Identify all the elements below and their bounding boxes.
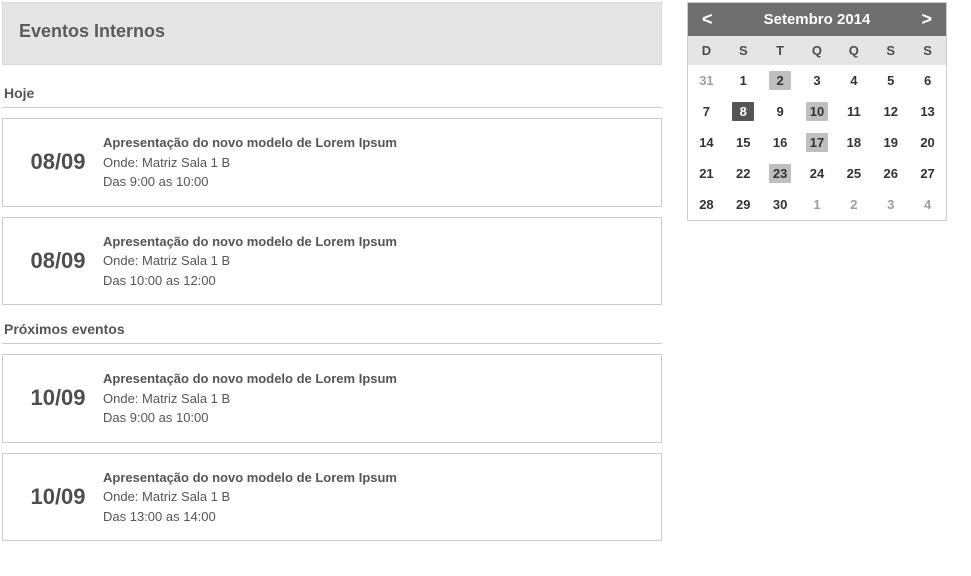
calendar-day[interactable]: 11 (835, 96, 872, 127)
calendar-weekday: T (762, 36, 799, 65)
event-title: Apresentação do novo modelo de Lorem Ips… (103, 369, 397, 389)
calendar: < Setembro 2014 > DSTQQSS 31123456789101… (687, 2, 947, 221)
calendar-prev-button[interactable]: < (698, 9, 717, 30)
calendar-day[interactable]: 6 (909, 65, 946, 96)
calendar-day[interactable]: 31 (688, 65, 725, 96)
event-card[interactable]: 10/09 Apresentação do novo modelo de Lor… (2, 354, 662, 443)
event-body: Apresentação do novo modelo de Lorem Ips… (103, 369, 397, 428)
event-body: Apresentação do novo modelo de Lorem Ips… (103, 232, 397, 291)
calendar-day[interactable]: 25 (835, 158, 872, 189)
calendar-day[interactable]: 15 (725, 127, 762, 158)
page-title: Eventos Internos (19, 21, 645, 42)
event-time: Das 9:00 as 10:00 (103, 172, 397, 192)
calendar-weekday: S (872, 36, 909, 65)
calendar-day[interactable]: 22 (725, 158, 762, 189)
event-title: Apresentação do novo modelo de Lorem Ips… (103, 468, 397, 488)
calendar-day[interactable]: 9 (762, 96, 799, 127)
calendar-day[interactable]: 2 (762, 65, 799, 96)
calendar-day[interactable]: 13 (909, 96, 946, 127)
calendar-day[interactable]: 3 (799, 65, 836, 96)
calendar-weekday: S (725, 36, 762, 65)
event-card[interactable]: 08/09 Apresentação do novo modelo de Lor… (2, 118, 662, 207)
calendar-day[interactable]: 30 (762, 189, 799, 220)
calendar-day[interactable]: 28 (688, 189, 725, 220)
calendar-day[interactable]: 19 (872, 127, 909, 158)
event-time: Das 9:00 as 10:00 (103, 408, 397, 428)
event-title: Apresentação do novo modelo de Lorem Ips… (103, 133, 397, 153)
event-body: Apresentação do novo modelo de Lorem Ips… (103, 133, 397, 192)
event-where: Onde: Matriz Sala 1 B (103, 251, 397, 271)
calendar-day[interactable]: 1 (799, 189, 836, 220)
page-title-bar: Eventos Internos (2, 2, 662, 65)
section-today-label: Hoje (2, 79, 662, 108)
calendar-day[interactable]: 27 (909, 158, 946, 189)
calendar-day[interactable]: 7 (688, 96, 725, 127)
calendar-day[interactable]: 18 (835, 127, 872, 158)
calendar-weekday: S (909, 36, 946, 65)
calendar-weekday-row: DSTQQSS (688, 36, 946, 65)
event-where: Onde: Matriz Sala 1 B (103, 153, 397, 173)
calendar-weekday: Q (799, 36, 836, 65)
calendar-grid: 3112345678910111213141516171819202122232… (688, 65, 946, 220)
calendar-day[interactable]: 4 (909, 189, 946, 220)
calendar-next-button[interactable]: > (917, 9, 936, 30)
section-upcoming-label: Próximos eventos (2, 315, 662, 344)
event-card[interactable]: 08/09 Apresentação do novo modelo de Lor… (2, 217, 662, 306)
calendar-day[interactable]: 24 (799, 158, 836, 189)
event-card[interactable]: 10/09 Apresentação do novo modelo de Lor… (2, 453, 662, 542)
calendar-day[interactable]: 8 (725, 96, 762, 127)
calendar-title: Setembro 2014 (764, 11, 871, 28)
calendar-day[interactable]: 2 (835, 189, 872, 220)
calendar-weekday: Q (835, 36, 872, 65)
calendar-day[interactable]: 23 (762, 158, 799, 189)
calendar-day[interactable]: 29 (725, 189, 762, 220)
calendar-day[interactable]: 16 (762, 127, 799, 158)
event-time: Das 13:00 as 14:00 (103, 507, 397, 527)
event-date: 10/09 (13, 385, 103, 411)
calendar-day[interactable]: 3 (872, 189, 909, 220)
event-date: 08/09 (13, 149, 103, 175)
calendar-day[interactable]: 1 (725, 65, 762, 96)
event-title: Apresentação do novo modelo de Lorem Ips… (103, 232, 397, 252)
calendar-header: < Setembro 2014 > (688, 3, 946, 36)
calendar-day[interactable]: 10 (799, 96, 836, 127)
event-date: 08/09 (13, 248, 103, 274)
calendar-day[interactable]: 26 (872, 158, 909, 189)
event-where: Onde: Matriz Sala 1 B (103, 487, 397, 507)
calendar-day[interactable]: 17 (799, 127, 836, 158)
calendar-day[interactable]: 12 (872, 96, 909, 127)
calendar-day[interactable]: 20 (909, 127, 946, 158)
calendar-day[interactable]: 21 (688, 158, 725, 189)
event-body: Apresentação do novo modelo de Lorem Ips… (103, 468, 397, 527)
calendar-day[interactable]: 14 (688, 127, 725, 158)
event-where: Onde: Matriz Sala 1 B (103, 389, 397, 409)
calendar-weekday: D (688, 36, 725, 65)
event-date: 10/09 (13, 484, 103, 510)
calendar-day[interactable]: 5 (872, 65, 909, 96)
calendar-day[interactable]: 4 (835, 65, 872, 96)
event-time: Das 10:00 as 12:00 (103, 271, 397, 291)
